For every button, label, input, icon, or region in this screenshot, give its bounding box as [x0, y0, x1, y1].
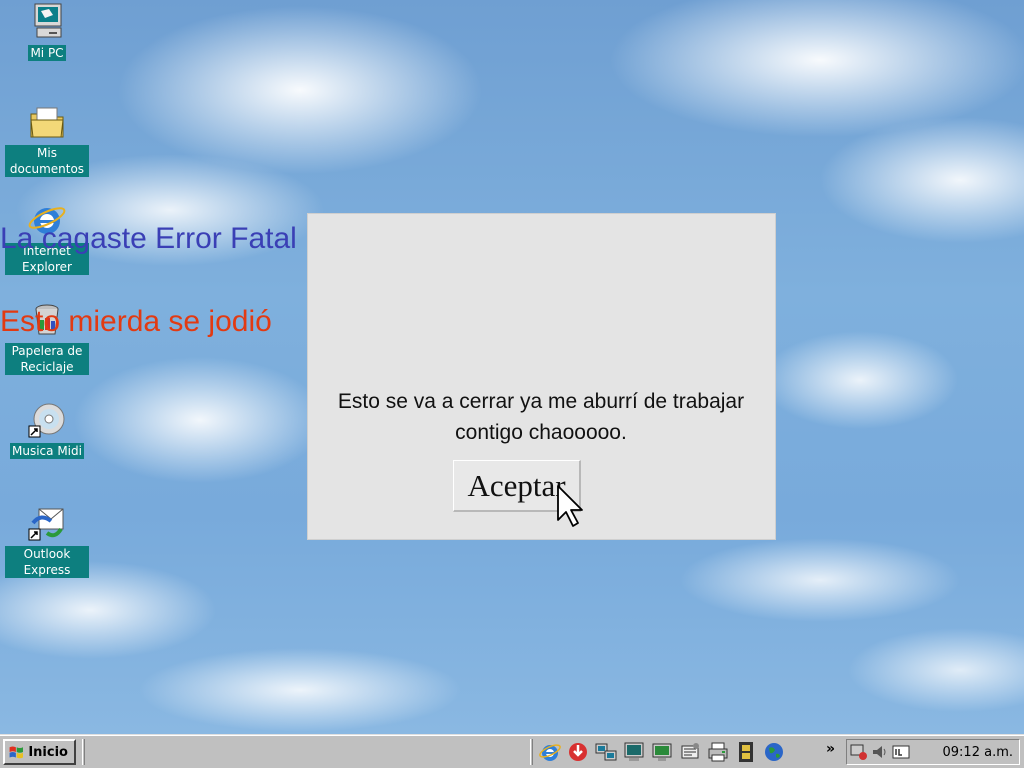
desktop-icon-outlook-express[interactable]: Outlook Express — [5, 503, 89, 578]
desktop-icon-label: Musica Midi — [10, 443, 84, 459]
desktop-icon-label: Papelera de Reciclaje — [5, 343, 89, 375]
display-icon[interactable] — [650, 740, 674, 764]
quick-launch-overflow-button[interactable]: » — [826, 741, 835, 757]
desktop-icon-musica-midi[interactable]: Musica Midi — [5, 400, 89, 459]
desktop-icon-label: Outlook Express — [5, 546, 89, 578]
dialog-title: La cagaste Error Fatal — [0, 222, 297, 255]
input-icon[interactable] — [892, 743, 910, 761]
taskbar-grip[interactable] — [82, 739, 85, 765]
quick-launch-grip[interactable] — [530, 739, 533, 765]
desktop-icon-my-documents[interactable]: Mis documentos — [5, 102, 89, 177]
dialog-message: Esto se va a cerrar ya me aburrí de trab… — [337, 390, 745, 444]
folder-documents-icon — [30, 107, 64, 138]
desktop-icon-label: Mi PC — [28, 45, 66, 61]
quick-launch-bar — [538, 740, 786, 764]
cd-shortcut-icon — [28, 403, 65, 438]
desktop-icon-my-computer[interactable]: Mi PC — [5, 2, 89, 61]
desktop-icon-label: Mis documentos — [5, 145, 89, 177]
system-icon[interactable] — [850, 743, 868, 761]
film-icon[interactable] — [734, 740, 758, 764]
dialog-subtitle: Esto mierda se jodió — [0, 305, 272, 338]
desktop: Mi PC Mis documentos Internet Explorer P… — [0, 0, 1024, 734]
internet-explorer-icon[interactable] — [538, 740, 562, 764]
taskbar: Inicio » 09:12 a.m. — [0, 734, 1024, 768]
clock[interactable]: 09:12 a.m. — [943, 745, 1014, 760]
printer-icon[interactable] — [706, 740, 730, 764]
start-label: Inicio — [28, 744, 68, 760]
outlook-express-icon — [28, 508, 64, 541]
start-button[interactable]: Inicio — [3, 739, 76, 765]
download-icon[interactable] — [566, 740, 590, 764]
monitor-icon[interactable] — [622, 740, 646, 764]
mouse-pointer-icon — [557, 485, 583, 527]
network-icon[interactable] — [594, 740, 618, 764]
settings-icon[interactable] — [678, 740, 702, 764]
globe-icon[interactable] — [762, 740, 786, 764]
volume-icon[interactable] — [871, 743, 889, 761]
system-tray: 09:12 a.m. — [846, 739, 1020, 765]
windows-logo-icon — [9, 746, 23, 759]
my-computer-icon — [34, 3, 62, 38]
